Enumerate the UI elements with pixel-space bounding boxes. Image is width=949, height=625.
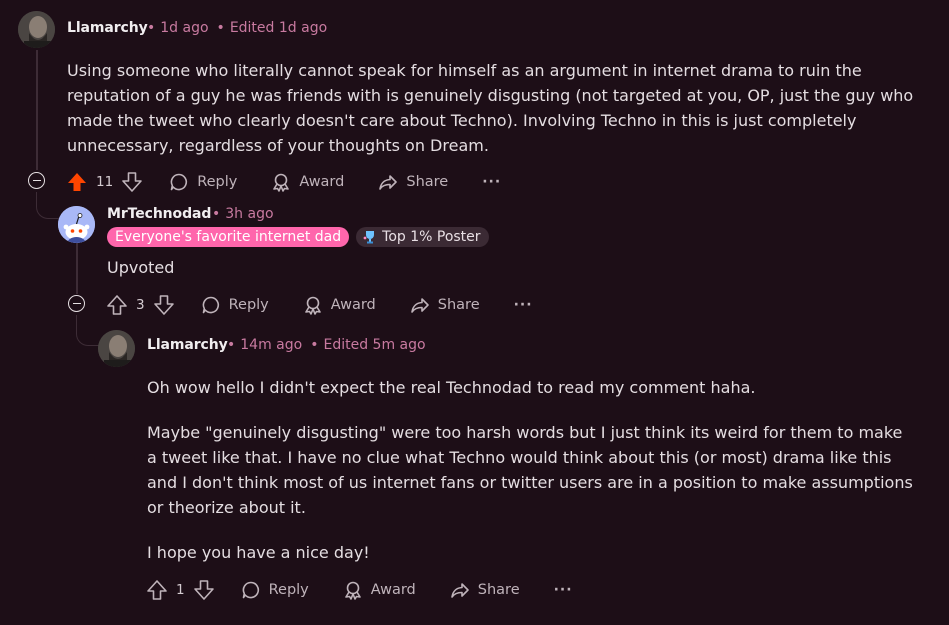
- avatar[interactable]: [58, 206, 95, 243]
- user-flair: Everyone's favorite internet dad: [107, 227, 350, 247]
- share-label: Share: [406, 174, 449, 190]
- minus-circle-icon: [32, 179, 41, 182]
- more-options-button[interactable]: ···: [514, 297, 533, 313]
- comment-paragraph: Using someone who literally cannot speak…: [67, 61, 914, 155]
- comment-actions: 11 Reply Award Share ···: [66, 167, 501, 197]
- award-icon: [304, 296, 321, 315]
- share-button[interactable]: Share: [450, 580, 520, 600]
- thread-connector: [36, 192, 59, 219]
- more-options-button[interactable]: ···: [554, 582, 573, 598]
- collapse-button[interactable]: [28, 172, 45, 189]
- comment-timestamp[interactable]: 1d ago: [160, 20, 208, 36]
- comment-body: Using someone who literally cannot speak…: [67, 58, 927, 158]
- thread-line[interactable]: [76, 242, 78, 294]
- vote-controls: 1: [146, 579, 215, 601]
- flair-label: Top 1% Poster: [382, 229, 481, 245]
- comment-author[interactable]: Llamarchy: [67, 20, 148, 36]
- award-label: Award: [299, 174, 345, 190]
- comment-actions: 1 Reply Award Share ···: [146, 575, 573, 605]
- share-label: Share: [437, 297, 480, 313]
- comment-meta: • 14m ago • Edited 5m ago: [227, 337, 426, 353]
- edited-label: Edited 1d ago: [229, 20, 328, 36]
- thread-line[interactable]: [36, 50, 38, 170]
- reply-label: Reply: [268, 582, 309, 598]
- share-arrow-icon: [410, 298, 429, 313]
- comment-timestamp[interactable]: 3h ago: [225, 206, 273, 222]
- award-button[interactable]: Award: [271, 172, 344, 192]
- vote-controls: 3: [106, 294, 175, 316]
- arrow-down-icon[interactable]: [193, 579, 215, 601]
- trophy-icon: [363, 231, 375, 244]
- arrow-up-icon[interactable]: [106, 294, 128, 316]
- comment-paragraph: Upvoted: [107, 258, 175, 277]
- vote-controls: 11: [66, 171, 143, 193]
- award-icon: [344, 581, 361, 600]
- arrow-down-icon[interactable]: [153, 294, 175, 316]
- reply-button[interactable]: Reply: [169, 172, 237, 192]
- comment-author[interactable]: Llamarchy: [147, 337, 228, 353]
- speech-bubble-icon: [202, 296, 219, 314]
- share-arrow-icon: [450, 583, 469, 598]
- comment-timestamp[interactable]: 14m ago: [240, 337, 302, 353]
- comment-paragraph: Maybe "genuinely disgusting" were too ha…: [147, 423, 913, 517]
- vote-count: 1: [176, 582, 185, 598]
- vote-count: 11: [96, 174, 114, 190]
- achievement-flair: Top 1% Poster: [356, 227, 489, 247]
- reply-button[interactable]: Reply: [241, 580, 309, 600]
- user-flairs: Everyone's favorite internet dad Top 1% …: [107, 227, 489, 247]
- speech-bubble-icon: [242, 581, 259, 599]
- arrow-up-icon[interactable]: [66, 171, 88, 193]
- collapse-button[interactable]: [68, 295, 85, 312]
- arrow-down-icon[interactable]: [121, 171, 143, 193]
- award-label: Award: [370, 582, 416, 598]
- reply-label: Reply: [228, 297, 269, 313]
- more-options-button[interactable]: ···: [482, 174, 501, 190]
- comment-meta: • 3h ago: [212, 206, 274, 222]
- award-button[interactable]: Award: [303, 295, 376, 315]
- vote-count: 3: [136, 297, 145, 313]
- award-label: Award: [330, 297, 376, 313]
- comment-meta: • 1d ago • Edited 1d ago: [147, 20, 328, 36]
- share-button[interactable]: Share: [410, 295, 480, 315]
- comment-author[interactable]: MrTechnodad: [107, 206, 211, 222]
- avatar[interactable]: [18, 11, 55, 48]
- comment-actions: 3 Reply Award Share ···: [106, 290, 533, 320]
- award-icon: [273, 173, 290, 192]
- reply-button[interactable]: Reply: [201, 295, 269, 315]
- share-arrow-icon: [379, 175, 398, 190]
- comment-paragraph: Oh wow hello I didn't expect the real Te…: [147, 378, 756, 397]
- comment-body: Oh wow hello I didn't expect the real Te…: [147, 375, 917, 565]
- reply-label: Reply: [197, 174, 238, 190]
- arrow-up-icon[interactable]: [146, 579, 168, 601]
- comment-paragraph: I hope you have a nice day!: [147, 543, 370, 562]
- comment-body: Upvoted: [107, 255, 907, 280]
- share-label: Share: [477, 582, 520, 598]
- award-button[interactable]: Award: [343, 580, 416, 600]
- edited-label: Edited 5m ago: [323, 337, 426, 353]
- thread-connector: [76, 315, 99, 346]
- share-button[interactable]: Share: [378, 172, 448, 192]
- minus-circle-icon: [72, 302, 81, 305]
- avatar[interactable]: [98, 330, 135, 367]
- speech-bubble-icon: [170, 173, 188, 191]
